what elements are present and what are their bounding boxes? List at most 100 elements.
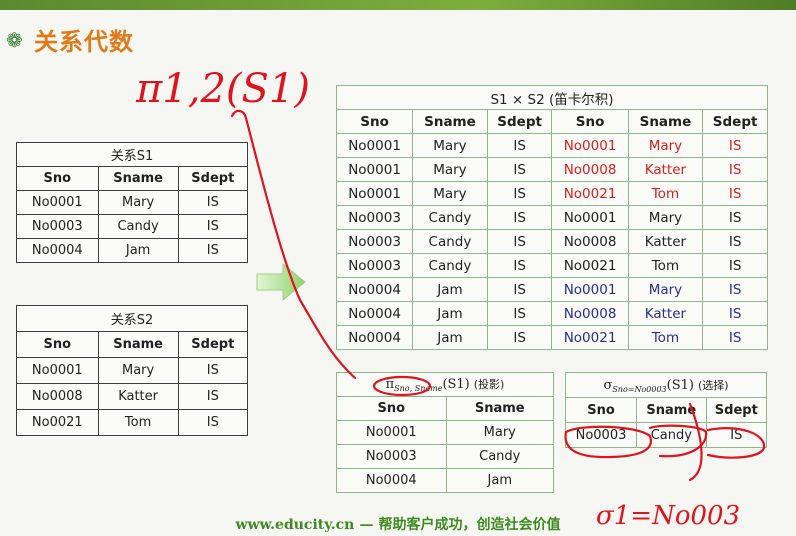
table-s1-header: Sdept xyxy=(177,166,249,191)
table-cell: Jam xyxy=(412,301,488,326)
page-title: 关系代数 xyxy=(34,28,134,56)
table-row: No0004 Jam IS xyxy=(16,238,249,263)
pi-symbol: π xyxy=(385,377,395,392)
table-cell: Jam xyxy=(412,325,488,350)
table-product-header: Sname xyxy=(627,109,704,134)
projection-note: (投影) xyxy=(473,378,505,391)
table-row: No0021 Tom IS xyxy=(16,409,249,436)
table-product-header: Sno xyxy=(551,109,629,134)
table-selection-header: Sname xyxy=(636,397,707,423)
table-cell: Mary xyxy=(445,420,555,445)
right-arrow-icon xyxy=(256,262,306,302)
table-row: No0001 Mary IS No0021 Tom IS xyxy=(335,181,768,206)
table-cell: Candy xyxy=(445,444,555,469)
table-cell: IS xyxy=(486,181,553,206)
table-cell: No0021 xyxy=(551,325,629,350)
projection-arg: (S1) xyxy=(442,377,470,392)
table-cell: No0008 xyxy=(551,301,629,326)
table-cell: IS xyxy=(702,205,768,230)
table-cell: No0001 xyxy=(335,157,414,182)
table-cell: IS xyxy=(486,325,553,350)
table-row: No0004 Jam IS No0008 Katter IS xyxy=(335,301,768,326)
table-s2: 关系S2 Sno Sname Sdept No0001 Mary IS No00… xyxy=(16,305,249,436)
table-s2-header: Sname xyxy=(97,331,179,358)
table-cell: IS xyxy=(702,301,768,326)
table-row: No0001 Mary IS No0008 Katter IS xyxy=(335,157,768,182)
handwritten-pi-formula: π1,2(S1) xyxy=(135,66,310,112)
table-row: No0001 Mary IS xyxy=(16,357,249,384)
table-cell: IS xyxy=(486,133,553,158)
table-s2-caption: 关系S2 xyxy=(16,305,248,332)
projection-formula: πSno, Sname(S1) (投影) xyxy=(336,372,554,397)
footer-site: www.educity.cn xyxy=(235,517,355,533)
table-cell: IS xyxy=(705,422,768,448)
table-cell: IS xyxy=(177,214,249,239)
table-cell: No0003 xyxy=(335,229,414,254)
table-cell: IS xyxy=(486,301,553,326)
table-cell: IS xyxy=(177,238,249,263)
table-cell: IS xyxy=(702,133,768,158)
table-s1-header: Sno xyxy=(16,166,99,191)
table-row: No0008 Katter IS xyxy=(16,383,249,410)
table-product-body: No0001 Mary IS No0001 Mary IS No0001 Mary IS No00… xyxy=(335,133,768,350)
footer: www.educity.cn — 帮助客户成功，创造社会价值 xyxy=(0,514,796,534)
table-row: No0003 Candy IS No0001 Mary IS xyxy=(335,205,768,230)
table-cell: No0003 xyxy=(335,205,414,230)
table-cell: Mary xyxy=(412,181,488,206)
table-cell: Mary xyxy=(97,357,179,384)
table-cell: Candy xyxy=(412,253,488,278)
table-cell: Katter xyxy=(97,383,179,410)
table-selection-header: Sno xyxy=(565,397,637,423)
table-cell: IS xyxy=(702,181,768,206)
gear-bullet-icon: ❁ xyxy=(6,27,23,52)
table-cell: Jam xyxy=(412,277,488,302)
selection-note: (选择) xyxy=(697,378,729,392)
table-cell: IS xyxy=(486,253,553,278)
table-cell: No0001 xyxy=(335,133,414,158)
table-cell: No0003 xyxy=(565,422,637,448)
table-selection: σSno=No0003(S1) (选择) Sno Sname Sdept No00… xyxy=(565,372,768,448)
table-cell: Candy xyxy=(636,422,707,448)
table-cell: Tom xyxy=(627,325,704,350)
table-cell: Tom xyxy=(627,181,704,206)
table-cell: No0001 xyxy=(551,277,629,302)
table-s1-header: Sname xyxy=(97,166,179,191)
table-row: No0001 Mary IS No0001 Mary IS xyxy=(335,133,768,158)
table-s1: 关系S1 Sno Sname Sdept No0001 Mary IS No00… xyxy=(16,142,249,263)
table-cell: No0003 xyxy=(335,253,414,278)
table-product-header: Sdept xyxy=(702,109,768,134)
selection-formula: σSno=No0003(S1) (选择) xyxy=(565,372,767,398)
table-cell: Tom xyxy=(97,409,179,436)
table-row: No0003 Candy IS xyxy=(16,214,249,239)
table-cell: IS xyxy=(702,157,768,182)
table-product: S1 × S2 (笛卡尔积) Sno Sname Sdept Sno Sname… xyxy=(335,85,768,350)
table-row: No0001 Mary IS xyxy=(16,190,249,215)
table-cell: No0001 xyxy=(551,205,629,230)
table-cell: Mary xyxy=(412,133,488,158)
table-cell: IS xyxy=(486,205,553,230)
footer-slogan: 帮助客户成功，创造社会价值 xyxy=(378,517,561,533)
table-cell: IS xyxy=(177,190,249,215)
table-cell: No0004 xyxy=(335,325,414,350)
table-cell: No0003 xyxy=(336,444,447,469)
table-cell: No0001 xyxy=(336,420,447,445)
table-cell: IS xyxy=(702,325,768,350)
table-cell: No0004 xyxy=(335,301,414,326)
table-cell: No0008 xyxy=(551,157,629,182)
table-projection-header: Sname xyxy=(445,396,555,421)
table-s2-header: Sno xyxy=(16,331,99,358)
table-cell: Mary xyxy=(627,205,704,230)
table-cell: IS xyxy=(177,383,249,410)
table-cell: Candy xyxy=(412,229,488,254)
table-cell: No0008 xyxy=(16,383,99,410)
table-cell: No0001 xyxy=(16,357,99,384)
table-cell: Mary xyxy=(97,190,179,215)
title-row: ❁ 关系代数 xyxy=(6,22,134,57)
table-cell: Katter xyxy=(627,157,704,182)
table-cell: IS xyxy=(702,253,768,278)
table-projection: πSno, Sname(S1) (投影) Sno Sname No0001 Mar… xyxy=(336,372,555,493)
table-cell: Mary xyxy=(627,277,704,302)
table-cell: No0008 xyxy=(551,229,629,254)
table-cell: IS xyxy=(702,229,768,254)
table-cell: No0003 xyxy=(16,214,99,239)
